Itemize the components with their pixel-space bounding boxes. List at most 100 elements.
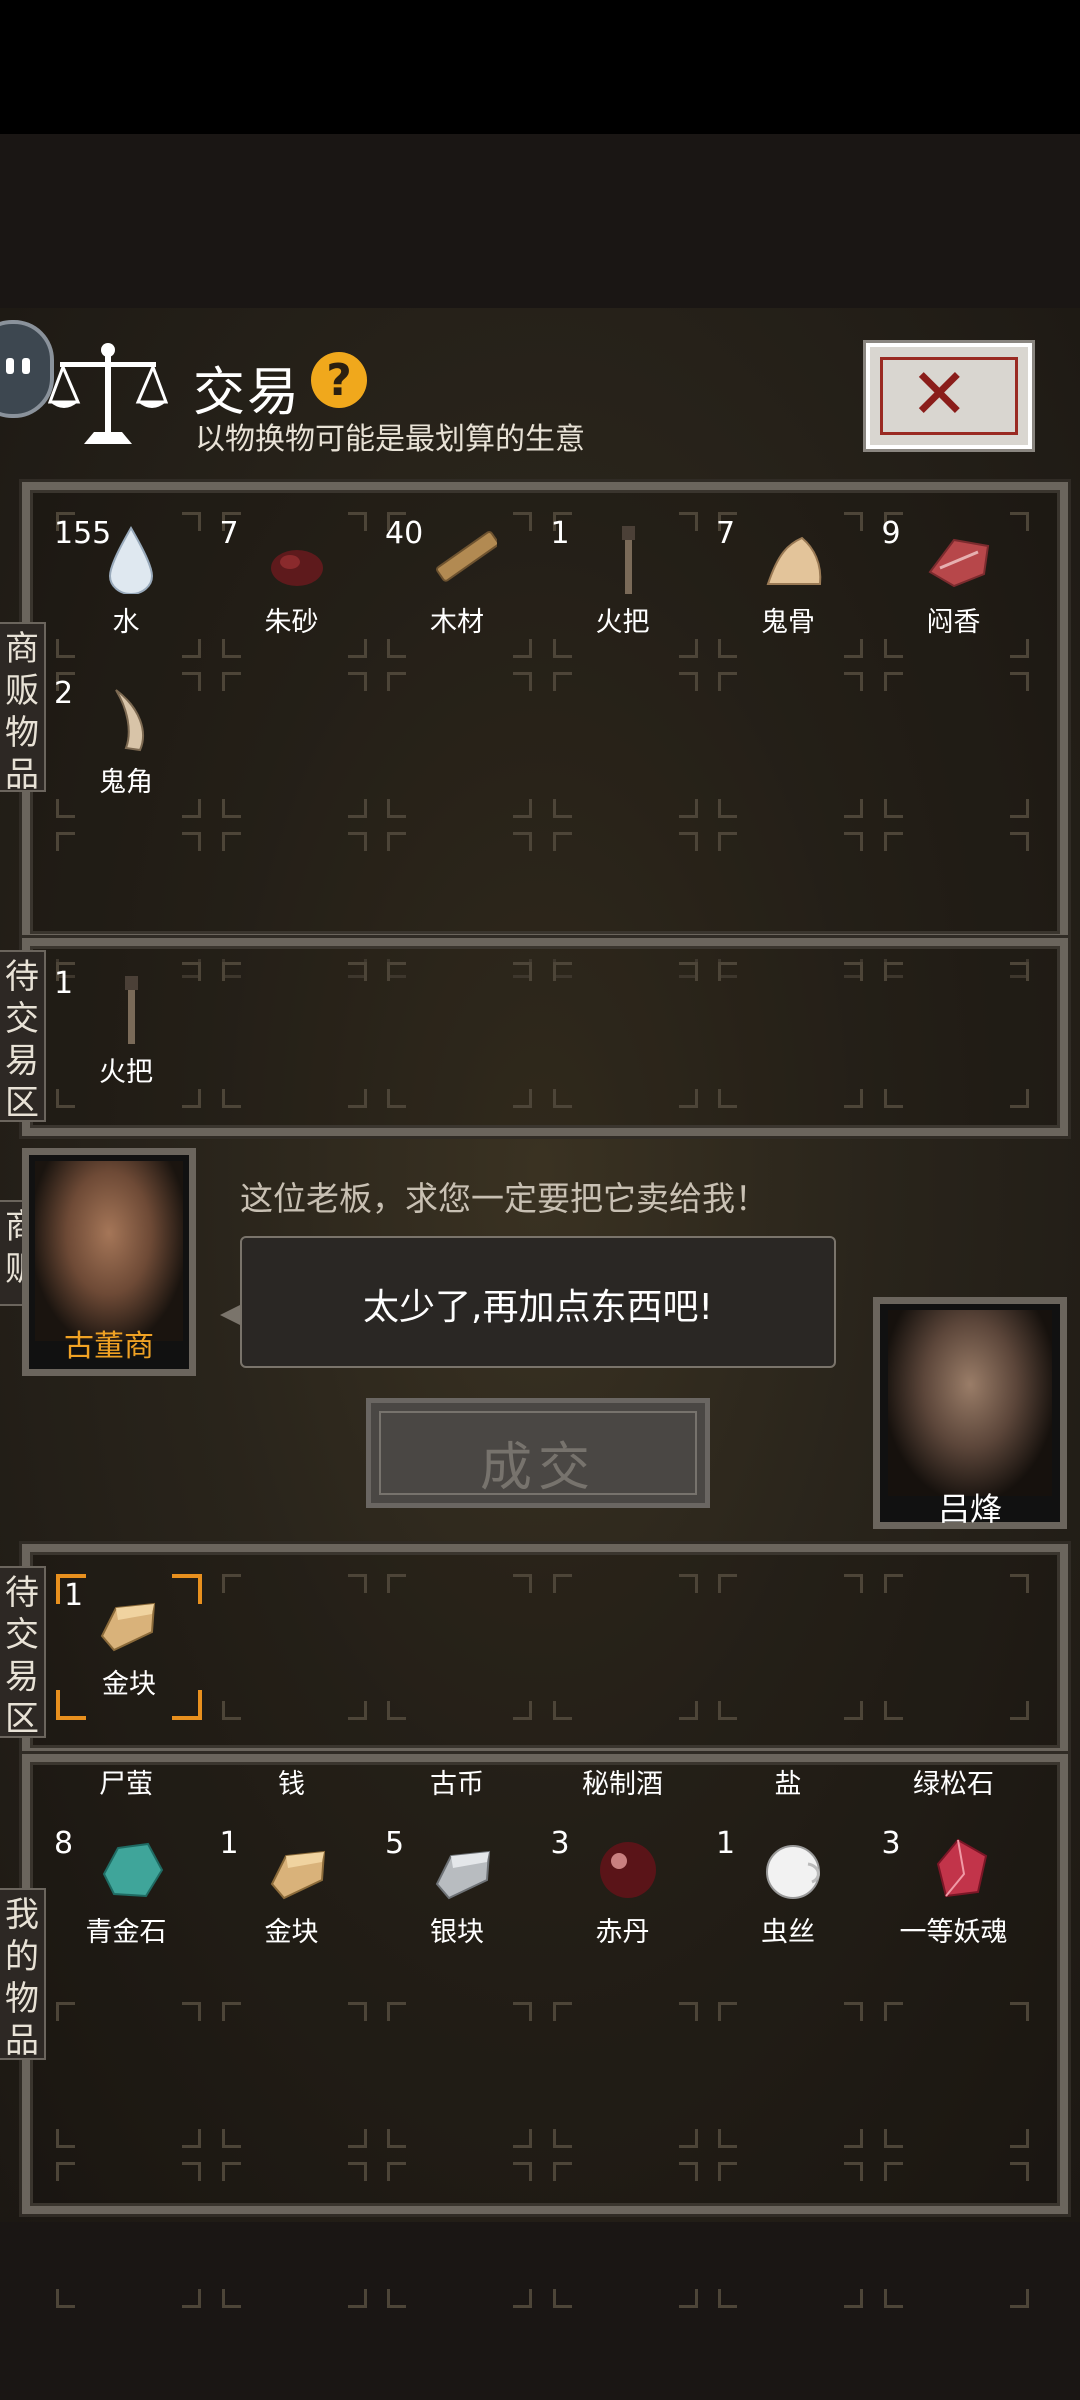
selection-corner (172, 1574, 202, 1604)
gold-bar-icon (92, 1586, 162, 1656)
water-drop-icon (96, 524, 166, 595)
item-label: 银块 (430, 1917, 484, 1948)
incense-meat-icon (924, 524, 994, 594)
inventory-item[interactable]: 3 一等妖魂 (874, 1822, 1034, 1972)
item-label: 火把 (99, 1057, 153, 1088)
inventory-item[interactable]: 7 朱砂 (212, 512, 372, 662)
item-count: 1 (54, 966, 74, 1001)
inventory-item[interactable]: 1 虫丝 (708, 1822, 868, 1972)
lapis-stone-icon (96, 1834, 166, 1904)
item-count: 3 (550, 1826, 570, 1861)
inventory-item[interactable]: 8 青金石 (46, 1822, 206, 1972)
item-label: 青金石 (85, 1917, 167, 1948)
wood-icon (427, 524, 499, 594)
item-count: 7 (219, 516, 239, 551)
empty-slot (552, 672, 698, 818)
demon-soul-crystal-icon (924, 1834, 994, 1904)
item-label[interactable]: 古币 (377, 1762, 537, 1801)
ghost-horn-icon (96, 684, 166, 754)
speech-bubble: 太少了,再加点东西吧! (240, 1236, 836, 1368)
empty-slot (552, 2162, 698, 2308)
my-pending-grid: 1 金块 (46, 1574, 1046, 1734)
item-label[interactable]: 盐 (708, 1762, 868, 1801)
inventory-item[interactable]: 1 金块 (212, 1822, 372, 1972)
player-name: 吕烽 (937, 1490, 1002, 1528)
inventory-item[interactable]: 1 金块 (56, 1574, 202, 1720)
empty-slot (552, 1574, 698, 1720)
merchant-portrait[interactable]: 古董商 (22, 1148, 196, 1376)
item-label: 虫丝 (761, 1917, 815, 1948)
merchant-dialog-text: 这位老板，求您一定要把它卖给我！ (240, 1179, 768, 1218)
status-bar-area (0, 0, 1080, 134)
item-count: 1 (716, 1826, 736, 1861)
item-label[interactable]: 绿松石 (874, 1762, 1034, 1801)
tab-my-pending: 待 交 易 区 (0, 1566, 46, 1739)
help-icon[interactable]: ? (311, 352, 367, 408)
red-pill-icon (593, 1834, 663, 1904)
deal-button[interactable]: 成交 (366, 1398, 710, 1508)
inventory-item[interactable]: 40 木材 (377, 512, 537, 662)
close-icon: ✕ (910, 353, 969, 435)
item-count: 2 (54, 676, 74, 711)
item-count: 40 (385, 516, 424, 551)
empty-slot (883, 672, 1029, 818)
item-label: 闷香 (926, 607, 981, 638)
silver-bar-icon (427, 1834, 497, 1904)
empty-slot (552, 2002, 698, 2148)
gold-bar-icon (262, 1834, 332, 1904)
inventory-item[interactable]: 7 鬼骨 (708, 512, 868, 662)
empty-slot (387, 1574, 532, 1720)
torch-icon (96, 974, 166, 1044)
empty-slot (718, 1574, 863, 1720)
item-label[interactable]: 尸萤 (46, 1762, 206, 1801)
merchant-avatar (35, 1161, 183, 1341)
balance-scale-icon (48, 343, 168, 444)
inventory-item[interactable]: 9 闷香 (874, 512, 1034, 662)
inventory-item[interactable]: 3 赤丹 (543, 1822, 703, 1972)
tab-merchant-goods: 商 贩 物 品 (0, 622, 46, 795)
close-button[interactable]: ✕ (863, 340, 1035, 452)
tab-my-goods: 我 的 物 品 (0, 1888, 46, 2061)
inventory-item[interactable]: 1 火把 (46, 962, 206, 1112)
item-count: 3 (881, 1826, 901, 1861)
item-label: 赤丹 (595, 1917, 650, 1948)
empty-slot (221, 962, 367, 1108)
inventory-item[interactable]: 2 鬼角 (46, 672, 206, 822)
item-count: 8 (54, 1826, 74, 1861)
silk-icon (758, 1834, 828, 1904)
page-subtitle: 以物换物可能是最划算的生意 (195, 422, 585, 457)
selection-corner (172, 1690, 202, 1720)
tab-merchant-pending: 待 交 易 区 (0, 950, 46, 1123)
empty-slot (387, 672, 532, 818)
item-label[interactable]: 钱 (212, 1762, 372, 1801)
inventory-item[interactable]: 155 水 (46, 512, 206, 662)
selection-corner (56, 1574, 86, 1604)
my-goods-grid: 8 青金石 1 金块 5 银块 3 赤丹 1 虫丝 3 一等妖魂 (46, 1822, 1046, 2308)
empty-slot (221, 672, 367, 818)
inventory-item[interactable]: 5 银块 (377, 1822, 537, 1972)
item-label[interactable]: 秘制酒 (543, 1762, 703, 1801)
empty-slot (718, 962, 863, 1108)
empty-slot (387, 2002, 532, 2148)
empty-slot (221, 1574, 367, 1720)
empty-slot (883, 2162, 1029, 2308)
player-portrait[interactable]: 吕烽 (873, 1297, 1067, 1529)
empty-slot (56, 2002, 201, 2148)
item-label: 金块 (264, 1917, 319, 1948)
empty-slot (883, 2002, 1029, 2148)
top-background (0, 134, 1080, 308)
empty-slot (221, 2002, 367, 2148)
empty-slot (883, 1574, 1029, 1720)
speech-text: 太少了,再加点东西吧! (363, 1287, 713, 1328)
empty-slot (221, 2162, 367, 2308)
item-label: 火把 (595, 607, 650, 638)
torch-icon (593, 524, 663, 594)
empty-slot (718, 2002, 863, 2148)
inventory-item[interactable]: 1 火把 (543, 512, 703, 662)
item-count: 7 (716, 516, 736, 551)
item-count: 9 (881, 516, 901, 551)
player-avatar (888, 1310, 1052, 1496)
selection-corner (56, 1690, 86, 1720)
item-count: 1 (550, 516, 570, 551)
empty-slot (56, 2162, 201, 2308)
